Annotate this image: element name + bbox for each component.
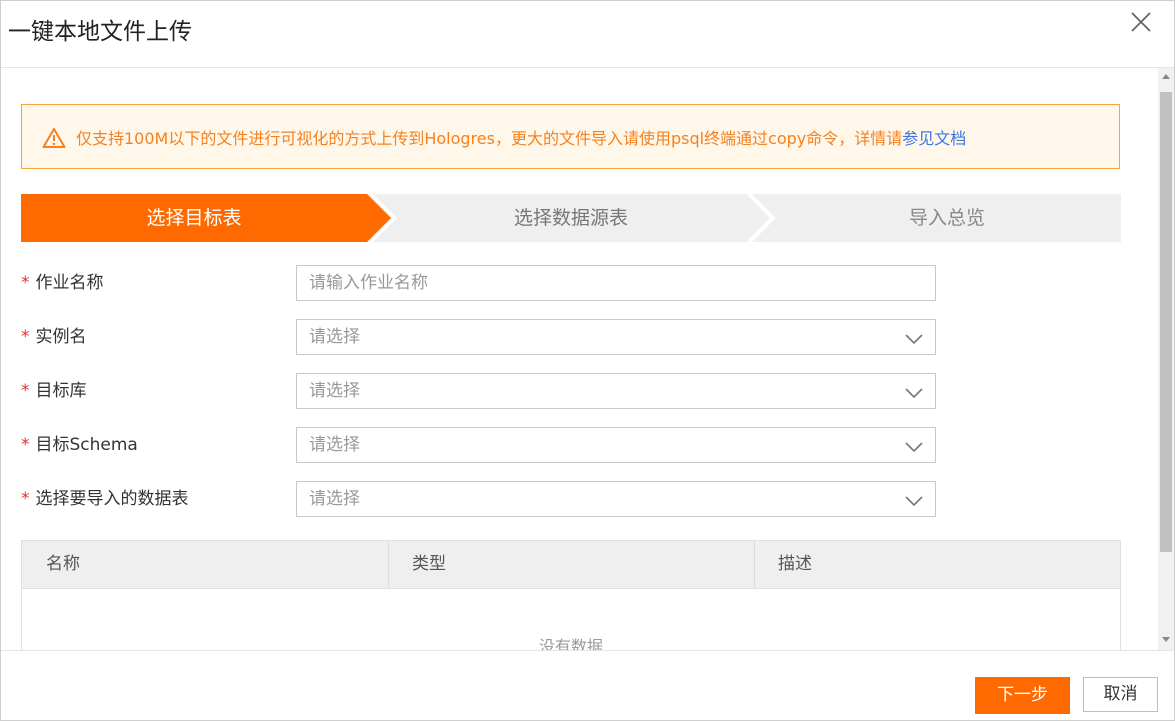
column-divider [754, 541, 755, 588]
column-header-type: 类型 [412, 554, 446, 574]
scroll-down-icon[interactable] [1162, 637, 1170, 642]
vertical-scrollbar[interactable] [1158, 68, 1174, 650]
job-name-label: * 作业名称 [21, 273, 104, 293]
form-row-job-name: * 作业名称 请输入作业名称 [21, 265, 941, 301]
form-row-database: * 目标库 请选择 [21, 373, 941, 409]
instance-select[interactable]: 请选择 [296, 319, 936, 355]
notice-text: 仅支持100M以下的文件进行可视化的方式上传到Hologres，更大的文件导入请… [76, 125, 966, 149]
doc-link[interactable]: 参见文档 [902, 129, 966, 148]
upload-dialog: 一键本地文件上传 仅支持100M以下的文件进行可视化的方式上传到Hologres… [0, 0, 1175, 721]
schema-placeholder: 请选择 [309, 435, 360, 455]
step-select-source: 选择数据源表 [513, 207, 628, 229]
scroll-up-icon[interactable] [1162, 74, 1170, 79]
dialog-header: 一键本地文件上传 [1, 1, 1174, 68]
chevron-down-icon [905, 330, 923, 349]
job-name-input[interactable]: 请输入作业名称 [296, 265, 936, 301]
form-row-table: * 选择要导入的数据表 请选择 [21, 481, 941, 517]
notice-message: 仅支持100M以下的文件进行可视化的方式上传到Hologres，更大的文件导入请… [76, 129, 903, 148]
step-import-overview: 导入总览 [908, 207, 985, 229]
step-indicator: 选择目标表 选择数据源表 导入总览 [21, 194, 1121, 242]
form-row-schema: * 目标Schema 请选择 [21, 427, 941, 463]
notice-banner: 仅支持100M以下的文件进行可视化的方式上传到Hologres，更大的文件导入请… [21, 104, 1120, 169]
dialog-body: 仅支持100M以下的文件进行可视化的方式上传到Hologres，更大的文件导入请… [1, 68, 1158, 650]
columns-table: 名称 类型 描述 没有数据 [21, 540, 1121, 650]
step-select-target: 选择目标表 [146, 207, 242, 229]
scrollbar-thumb[interactable] [1160, 92, 1172, 552]
instance-placeholder: 请选择 [309, 327, 360, 347]
instance-label: * 实例名 [21, 327, 87, 347]
empty-state-text: 没有数据 [538, 637, 603, 650]
next-button[interactable]: 下一步 [975, 677, 1070, 714]
job-name-placeholder: 请输入作业名称 [309, 273, 428, 293]
table-placeholder: 请选择 [309, 489, 360, 509]
schema-select[interactable]: 请选择 [296, 427, 936, 463]
form-row-instance: * 实例名 请选择 [21, 319, 941, 355]
database-label: * 目标库 [21, 381, 87, 401]
schema-label: * 目标Schema [21, 435, 138, 455]
column-header-name: 名称 [46, 554, 80, 574]
chevron-down-icon [905, 438, 923, 457]
cancel-button[interactable]: 取消 [1083, 677, 1158, 712]
dialog-title: 一键本地文件上传 [8, 19, 192, 45]
column-header-description: 描述 [778, 554, 812, 574]
table-select-label: * 选择要导入的数据表 [21, 489, 189, 509]
column-divider [388, 541, 389, 588]
dialog-footer: 下一步 取消 [1, 650, 1174, 720]
table-header: 名称 类型 描述 [22, 541, 1120, 589]
database-placeholder: 请选择 [309, 381, 360, 401]
database-select[interactable]: 请选择 [296, 373, 936, 409]
close-icon[interactable] [1128, 9, 1154, 35]
chevron-down-icon [905, 492, 923, 511]
warning-icon [42, 127, 66, 153]
chevron-down-icon [905, 384, 923, 403]
table-select[interactable]: 请选择 [296, 481, 936, 517]
